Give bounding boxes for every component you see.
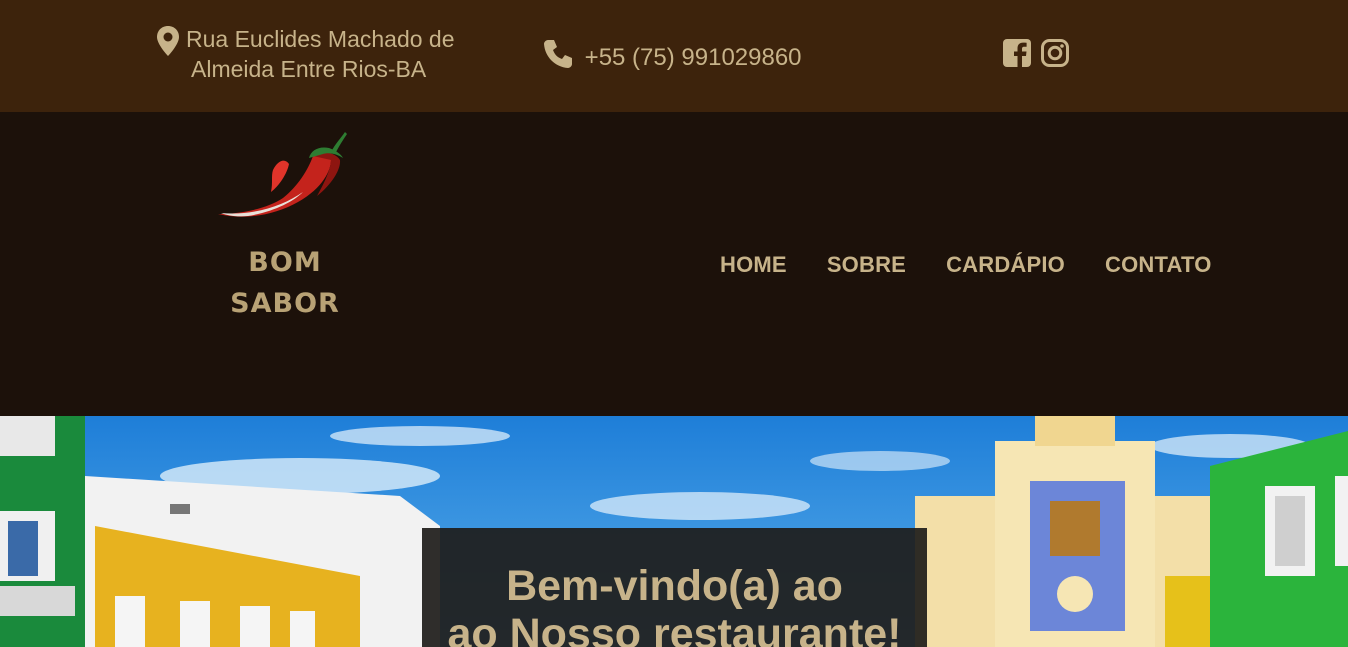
- phone[interactable]: +55 (75) 991029860: [542, 38, 802, 76]
- map-pin-icon: [157, 26, 179, 56]
- nav-home[interactable]: HOME: [720, 250, 787, 280]
- welcome-box: Bem-vindo(a) ao ao Nosso restaurante!: [422, 528, 927, 647]
- address: Rua Euclides Machado de Almeida Entre Ri…: [156, 24, 486, 84]
- instagram-icon[interactable]: [1040, 38, 1070, 68]
- nav-contato[interactable]: CONTATO: [1105, 250, 1212, 280]
- top-info-bar: Rua Euclides Machado de Almeida Entre Ri…: [0, 0, 1348, 112]
- hero-title-line1: Bem-vindo(a) ao: [506, 562, 843, 610]
- address-line2: Almeida Entre Rios-BA: [191, 56, 427, 82]
- logo[interactable]: BOM SABOR: [205, 130, 365, 320]
- facebook-icon[interactable]: [1002, 38, 1032, 68]
- chili-pepper-icon: [218, 132, 347, 217]
- phone-number: +55 (75) 991029860: [584, 44, 802, 71]
- nav-sobre[interactable]: SOBRE: [827, 250, 906, 280]
- logo-line1: BOM: [248, 247, 322, 278]
- hero-banner: Bem-vindo(a) ao ao Nosso restaurante!: [0, 416, 1348, 647]
- address-line1: Rua Euclides Machado de: [186, 26, 455, 52]
- hero-title-line2: ao Nosso restaurante!: [447, 610, 902, 647]
- nav-cardapio[interactable]: CARDÁPIO: [946, 250, 1065, 280]
- logo-line2: SABOR: [230, 288, 340, 319]
- phone-icon: [544, 40, 572, 68]
- site-header: BOM SABOR HOME SOBRE CARDÁPIO CONTATO: [0, 112, 1348, 416]
- logo-text: BOM SABOR: [205, 242, 365, 324]
- social-links: [1002, 38, 1074, 72]
- main-nav: HOME SOBRE CARDÁPIO CONTATO: [700, 250, 1212, 280]
